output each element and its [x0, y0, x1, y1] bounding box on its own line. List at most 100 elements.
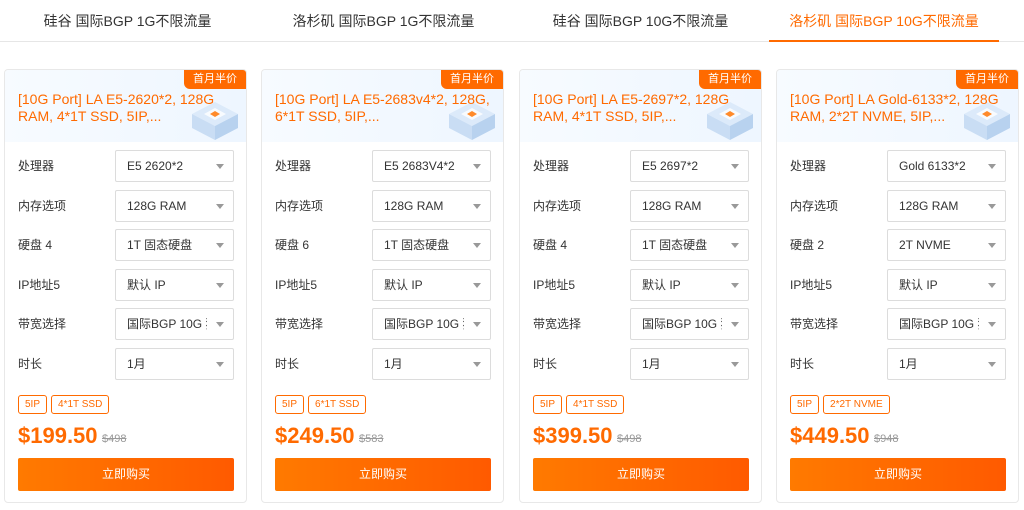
option-row-cpu: 处理器 Gold 6133*2 [777, 150, 1018, 182]
spec-tag: 5IP [18, 395, 48, 414]
option-row-ram: 内存选项 128G RAM [777, 190, 1018, 222]
option-label: 处理器 [790, 159, 827, 173]
option-row-ram: 内存选项 128G RAM [5, 190, 246, 222]
tab-siliconvalley-1g[interactable]: 硅谷 国际BGP 1G不限流量 [0, 0, 255, 42]
ram-select[interactable]: 128G RAM [630, 190, 749, 222]
product-title: [10G Port] LA E5-2697*2, 128G RAM, 4*1T … [533, 91, 730, 124]
ip-select[interactable]: 默认 IP [630, 269, 749, 301]
current-price: $399.50 [533, 423, 613, 448]
select-value: 2T NVME [899, 238, 951, 252]
chevron-down-icon [216, 164, 224, 169]
chevron-down-icon [216, 322, 224, 327]
chevron-down-icon [473, 322, 481, 327]
select-value: 默认 IP [899, 278, 938, 292]
option-label: 时长 [533, 357, 558, 371]
original-price: $583 [359, 433, 384, 445]
select-value: E5 2697*2 [642, 159, 699, 173]
product-title: [10G Port] LA E5-2683v4*2, 128G, 6*1T SS… [275, 91, 490, 124]
disk-select[interactable]: 2T NVME [887, 229, 1006, 261]
chevron-down-icon [731, 164, 739, 169]
spec-tag: 5IP [790, 395, 820, 414]
select-value: 国际BGP 10G 独 [899, 317, 979, 331]
ip-select[interactable]: 默认 IP [115, 269, 234, 301]
disk-select[interactable]: 1T 固态硬盘 [372, 229, 491, 261]
bandwidth-select[interactable]: 国际BGP 10G 独 [630, 308, 749, 340]
chevron-down-icon [473, 362, 481, 367]
option-label: IP地址5 [533, 278, 576, 292]
option-label: 带宽选择 [533, 317, 582, 331]
select-value: 国际BGP 10G 独 [642, 317, 722, 331]
chevron-down-icon [988, 204, 996, 209]
duration-select[interactable]: 1月 [372, 348, 491, 380]
select-value: 1T 固态硬盘 [127, 238, 193, 252]
option-label: 带宽选择 [790, 317, 839, 331]
cpu-select[interactable]: E5 2683V4*2 [372, 150, 491, 182]
card-header: 首月半价 [10G Port] LA E5-2683v4*2, 128G, 6*… [262, 70, 503, 142]
option-label: 内存选项 [275, 199, 324, 213]
cpu-select[interactable]: E5 2697*2 [630, 150, 749, 182]
chevron-down-icon [988, 322, 996, 327]
product-card: 首月半价 [10G Port] LA E5-2620*2, 128G RAM, … [4, 69, 247, 503]
buy-now-button[interactable]: 立即购买 [790, 458, 1006, 491]
cpu-select[interactable]: Gold 6133*2 [887, 150, 1006, 182]
option-label: 硬盘 4 [18, 238, 53, 252]
option-row-ip: IP地址5 默认 IP [520, 269, 761, 301]
select-value: 默认 IP [384, 278, 423, 292]
product-card: 首月半价 [10G Port] LA E5-2683v4*2, 128G, 6*… [261, 69, 504, 503]
chevron-down-icon [731, 204, 739, 209]
chevron-down-icon [473, 243, 481, 248]
product-card: 首月半价 [10G Port] LA E5-2697*2, 128G RAM, … [519, 69, 762, 503]
option-row-duration: 时长 1月 [5, 348, 246, 380]
spec-tags: 5IP 4*1T SSD [18, 394, 113, 414]
buy-now-button[interactable]: 立即购买 [18, 458, 234, 491]
select-value: 128G RAM [899, 199, 959, 213]
select-value: Gold 6133*2 [899, 159, 966, 173]
ram-select[interactable]: 128G RAM [115, 190, 234, 222]
half-price-badge: 首月半价 [184, 70, 246, 89]
cpu-select[interactable]: E5 2620*2 [115, 150, 234, 182]
bandwidth-select[interactable]: 国际BGP 10G 独 [115, 308, 234, 340]
option-row-ip: IP地址5 默认 IP [5, 269, 246, 301]
duration-select[interactable]: 1月 [115, 348, 234, 380]
select-value: 128G RAM [642, 199, 702, 213]
select-value: 1月 [384, 357, 403, 371]
select-value: 默认 IP [127, 278, 166, 292]
chevron-down-icon [988, 283, 996, 288]
option-label: 内存选项 [18, 199, 67, 213]
current-price: $449.50 [790, 423, 870, 448]
disk-select[interactable]: 1T 固态硬盘 [115, 229, 234, 261]
select-value: 1T 固态硬盘 [642, 238, 708, 252]
select-value: 1月 [642, 357, 661, 371]
option-row-cpu: 处理器 E5 2620*2 [5, 150, 246, 182]
option-label: 内存选项 [790, 199, 839, 213]
tab-losangeles-1g[interactable]: 洛杉矶 国际BGP 1G不限流量 [255, 0, 512, 42]
disk-select[interactable]: 1T 固态硬盘 [630, 229, 749, 261]
chevron-down-icon [731, 362, 739, 367]
select-value: 默认 IP [642, 278, 681, 292]
option-label: 处理器 [533, 159, 570, 173]
option-row-bandwidth: 带宽选择 国际BGP 10G 独 [262, 308, 503, 340]
ram-select[interactable]: 128G RAM [887, 190, 1006, 222]
card-header: 首月半价 [10G Port] LA Gold-6133*2, 128G RAM… [777, 70, 1018, 142]
card-header: 首月半价 [10G Port] LA E5-2620*2, 128G RAM, … [5, 70, 246, 142]
bandwidth-select[interactable]: 国际BGP 10G 独 [887, 308, 1006, 340]
ip-select[interactable]: 默认 IP [372, 269, 491, 301]
option-row-duration: 时长 1月 [520, 348, 761, 380]
duration-select[interactable]: 1月 [630, 348, 749, 380]
option-row-duration: 时长 1月 [777, 348, 1018, 380]
duration-select[interactable]: 1月 [887, 348, 1006, 380]
ip-select[interactable]: 默认 IP [887, 269, 1006, 301]
ram-select[interactable]: 128G RAM [372, 190, 491, 222]
option-label: 硬盘 4 [533, 238, 568, 252]
original-price: $498 [617, 433, 642, 445]
bandwidth-select[interactable]: 国际BGP 10G 独 [372, 308, 491, 340]
region-tab-bar: 硅谷 国际BGP 1G不限流量 洛杉矶 国际BGP 1G不限流量 硅谷 国际BG… [0, 0, 1024, 42]
tab-losangeles-10g[interactable]: 洛杉矶 国际BGP 10G不限流量 [769, 0, 999, 42]
buy-now-button[interactable]: 立即购买 [533, 458, 749, 491]
chevron-down-icon [473, 204, 481, 209]
tab-siliconvalley-10g[interactable]: 硅谷 国际BGP 10G不限流量 [512, 0, 769, 42]
chevron-down-icon [216, 204, 224, 209]
half-price-badge: 首月半价 [441, 70, 503, 89]
buy-now-button[interactable]: 立即购买 [275, 458, 491, 491]
chevron-down-icon [473, 164, 481, 169]
